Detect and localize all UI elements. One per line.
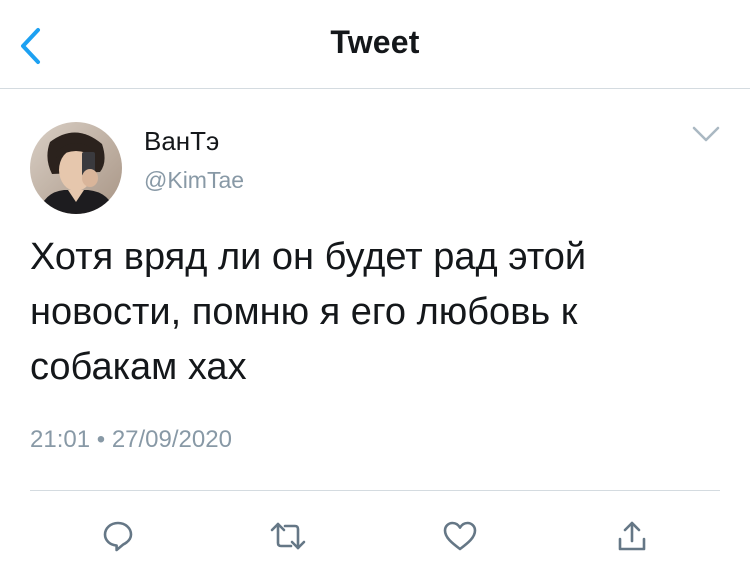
like-button[interactable]	[439, 515, 481, 557]
divider	[30, 490, 720, 491]
avatar[interactable]	[30, 122, 122, 214]
retweet-button[interactable]	[267, 515, 309, 557]
tweet-timestamp: 21:01 • 27/09/2020	[30, 426, 232, 454]
tweet-time: 21:01	[30, 426, 91, 453]
tweet-text: Хотя вряд ли он будет рад этой новости, …	[30, 236, 587, 388]
reply-button[interactable]	[97, 515, 139, 557]
tweet-date: 27/09/2020	[111, 426, 232, 453]
chevron-down-icon	[692, 126, 720, 142]
reply-icon	[103, 521, 133, 552]
author-name[interactable]: ВанТэ	[144, 126, 219, 157]
page-title: Tweet	[330, 24, 420, 60]
tweet-detail-screen: Tweet ВанТэ @KimTae Хотя вряд ли он буде…	[0, 0, 750, 574]
share-button[interactable]	[611, 515, 653, 557]
avatar-photo	[30, 122, 122, 214]
heart-icon	[443, 521, 477, 551]
retweet-icon	[270, 522, 306, 550]
author-handle[interactable]: @KimTae	[144, 167, 244, 194]
top-bar: Tweet	[0, 0, 750, 89]
timestamp-separator: •	[96, 426, 106, 453]
share-icon	[618, 521, 646, 551]
tweet-menu-button[interactable]	[690, 122, 722, 146]
